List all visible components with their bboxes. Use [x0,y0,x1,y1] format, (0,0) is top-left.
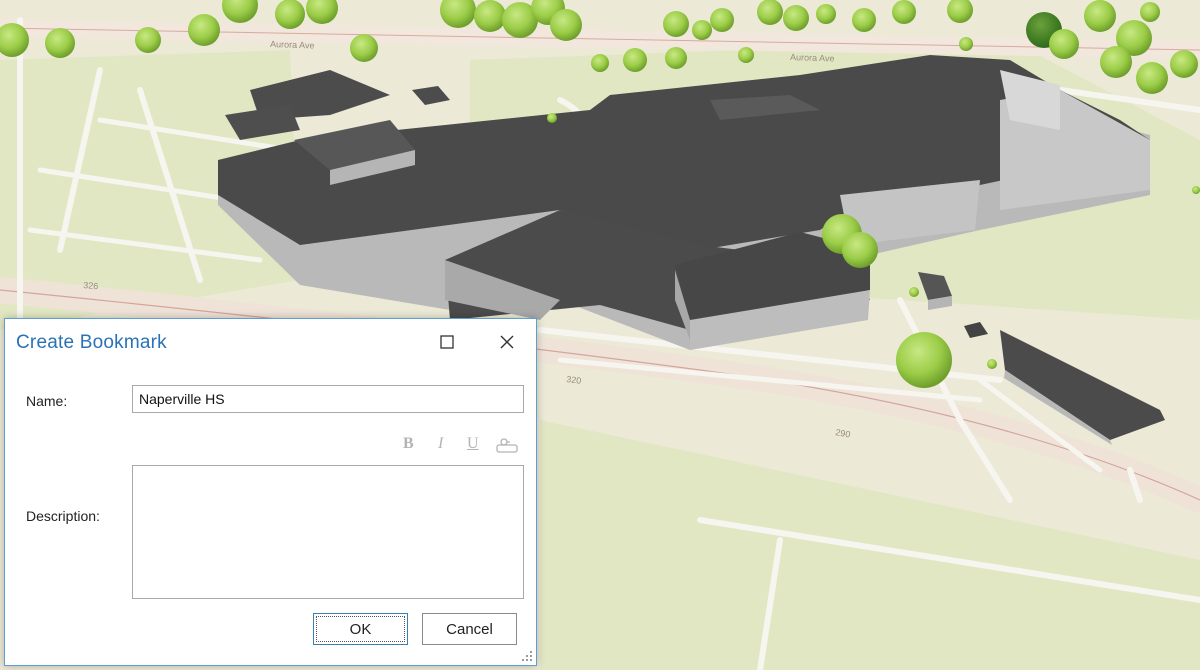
description-textarea[interactable] [132,465,524,599]
street-label-aurora-mid: Aurora Ave [790,52,835,64]
street-label-320: 320 [566,374,582,386]
italic-button[interactable]: I [438,435,443,453]
underline-button[interactable]: U [467,435,479,453]
bold-button[interactable]: B [403,435,414,453]
street-label-326: 326 [83,280,99,291]
maximize-icon [440,335,454,349]
link-icon [496,438,518,453]
name-label: Name: [26,393,68,409]
maximize-button[interactable] [432,329,462,355]
ok-button[interactable]: OK [313,613,408,645]
close-icon [500,335,514,349]
close-button[interactable] [492,329,522,355]
name-input[interactable] [132,385,524,413]
resize-grip-icon[interactable] [520,649,534,663]
description-label: Description: [26,508,100,524]
dialog-title: Create Bookmark [16,332,167,353]
cancel-button[interactable]: Cancel [422,613,517,645]
insert-link-button[interactable] [495,437,519,460]
create-bookmark-dialog: Create Bookmark Name: B I U Description:… [4,318,537,666]
street-label-aurora-top: Aurora Ave [270,39,315,51]
